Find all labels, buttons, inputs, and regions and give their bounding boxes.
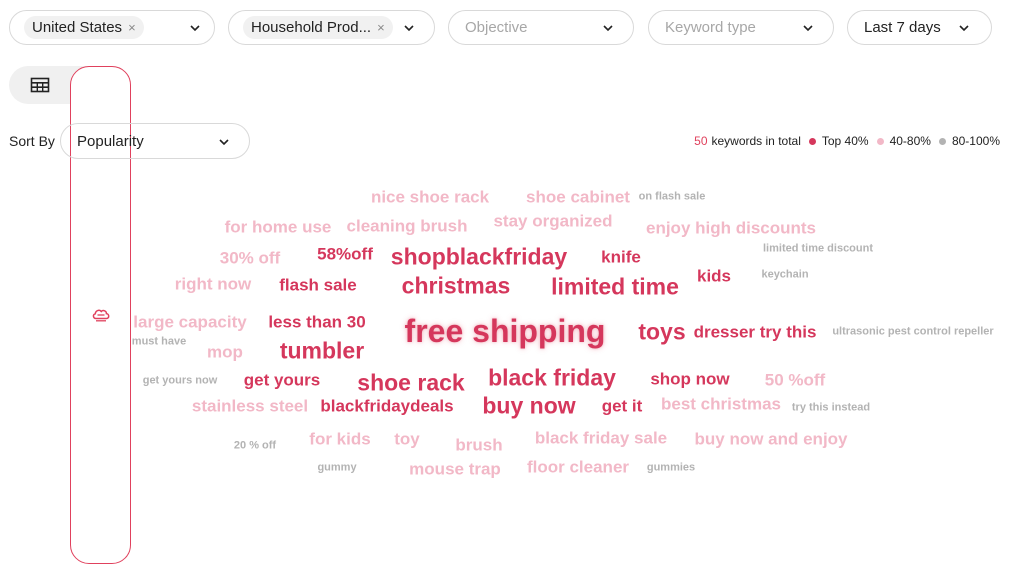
- keyword-type-placeholder: Keyword type: [665, 19, 756, 36]
- keyword[interactable]: must have: [132, 336, 186, 348]
- date-range-select[interactable]: Last 7 days: [847, 10, 992, 45]
- remove-icon[interactable]: ×: [128, 21, 136, 34]
- keyword[interactable]: knife: [601, 249, 641, 266]
- objective-select[interactable]: Objective: [448, 10, 634, 45]
- sort-by-label: Sort By: [9, 133, 55, 149]
- keyword[interactable]: brush: [455, 437, 502, 454]
- keyword[interactable]: 30% off: [220, 250, 280, 267]
- chevron-down-icon: [190, 25, 200, 32]
- keyword[interactable]: stay organized: [493, 213, 612, 230]
- legend-low: 80-100%: [951, 134, 1000, 148]
- chevron-down-icon: [404, 25, 414, 32]
- keyword[interactable]: christmas: [402, 274, 511, 298]
- keyword[interactable]: shoe rack: [357, 371, 464, 395]
- objective-placeholder: Objective: [465, 19, 528, 36]
- keyword[interactable]: 50 %off: [765, 372, 825, 389]
- keyword[interactable]: cleaning brush: [347, 218, 468, 235]
- keyword-type-select[interactable]: Keyword type: [648, 10, 834, 45]
- keyword[interactable]: blackfridaydeals: [320, 398, 453, 415]
- mid-tier-dot: [876, 137, 884, 145]
- keyword[interactable]: get yours now: [143, 375, 218, 387]
- category-chip: Household Prod... ×: [243, 16, 393, 39]
- keyword-count: 50: [694, 134, 708, 148]
- keyword[interactable]: for kids: [309, 431, 370, 448]
- table-icon: [30, 77, 50, 93]
- keyword[interactable]: tumbler: [280, 339, 364, 363]
- keyword[interactable]: black friday sale: [535, 430, 667, 447]
- chevron-down-icon: [959, 25, 969, 32]
- keyword[interactable]: buy now: [482, 394, 575, 418]
- keyword[interactable]: try this instead: [792, 402, 870, 414]
- legend-mid: 40-80%: [889, 134, 931, 148]
- date-range-value: Last 7 days: [864, 19, 941, 36]
- keyword[interactable]: free shipping: [405, 315, 606, 347]
- country-chip: United States ×: [24, 16, 144, 39]
- table-view-button[interactable]: [9, 66, 71, 104]
- keyword[interactable]: 58%off: [317, 246, 373, 263]
- keyword[interactable]: enjoy high discounts: [646, 220, 816, 237]
- keyword[interactable]: 20 % off: [234, 440, 276, 452]
- keyword[interactable]: toy: [394, 431, 420, 448]
- keyword[interactable]: nice shoe rack: [371, 189, 489, 206]
- keyword[interactable]: less than 30: [268, 314, 365, 331]
- keyword[interactable]: gummy: [317, 462, 356, 474]
- chevron-down-icon: [803, 25, 813, 32]
- keyword[interactable]: mouse trap: [409, 461, 501, 478]
- keyword-count-suffix: keywords in total: [711, 134, 801, 148]
- keyword[interactable]: keychain: [761, 269, 808, 281]
- chevron-down-icon: [603, 25, 613, 32]
- keyword[interactable]: kids: [697, 268, 731, 285]
- keyword[interactable]: right now: [175, 276, 251, 293]
- remove-icon[interactable]: ×: [377, 21, 385, 34]
- keyword[interactable]: stainless steel: [192, 398, 308, 415]
- keyword[interactable]: on flash sale: [639, 191, 706, 203]
- view-toggle: [9, 66, 131, 564]
- keyword[interactable]: dresser try this: [694, 324, 817, 341]
- keyword[interactable]: toys: [638, 320, 685, 344]
- keyword[interactable]: limited time discount: [763, 243, 873, 255]
- sort-value: Popularity: [77, 132, 144, 150]
- top-tier-dot: [808, 137, 816, 145]
- category-filter[interactable]: Household Prod... ×: [228, 10, 435, 45]
- keyword[interactable]: limited time: [551, 275, 679, 299]
- low-tier-dot: [938, 137, 946, 145]
- keyword[interactable]: for home use: [225, 219, 332, 236]
- keyword[interactable]: best christmas: [661, 396, 781, 413]
- legend: 50 keywords in total Top 40% 40-80% 80-1…: [694, 134, 1000, 148]
- country-chip-label: United States: [32, 19, 123, 36]
- chevron-down-icon: [219, 139, 229, 146]
- keyword[interactable]: gummies: [647, 462, 695, 474]
- keyword[interactable]: get yours: [244, 372, 321, 389]
- keyword[interactable]: black friday: [488, 366, 616, 390]
- sort-select[interactable]: Popularity: [60, 123, 250, 159]
- keyword[interactable]: large capacity: [133, 314, 246, 331]
- keyword[interactable]: get it: [602, 398, 643, 415]
- word-cloud-icon: [92, 309, 109, 322]
- keyword[interactable]: mop: [207, 344, 243, 361]
- country-filter[interactable]: United States ×: [9, 10, 215, 45]
- keyword-cloud: nice shoe rack shoe cabinet on flash sal…: [0, 0, 1024, 498]
- category-chip-label: Household Prod...: [251, 19, 372, 36]
- keyword[interactable]: shoe cabinet: [526, 189, 630, 206]
- keyword[interactable]: floor cleaner: [527, 459, 629, 476]
- keyword[interactable]: shopblackfriday: [391, 245, 567, 269]
- keyword[interactable]: ultrasonic pest control repeller: [832, 326, 993, 338]
- legend-top: Top 40%: [821, 134, 869, 148]
- keyword[interactable]: shop now: [650, 371, 729, 388]
- keyword[interactable]: flash sale: [279, 277, 357, 294]
- keyword[interactable]: buy now and enjoy: [694, 431, 847, 448]
